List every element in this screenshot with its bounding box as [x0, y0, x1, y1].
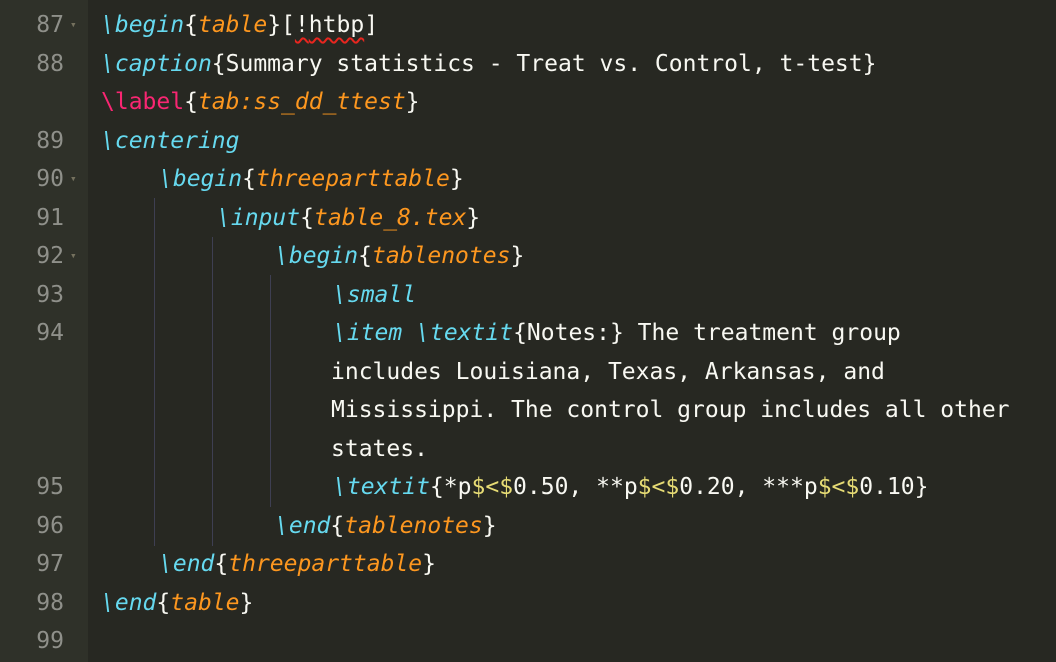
line-number: 97 [36, 551, 64, 577]
line-number: 89 [36, 127, 64, 154]
code-text: \end{tablenotes} [275, 512, 497, 539]
code-text: \caption{Summary statistics - Treat vs. … [101, 50, 877, 77]
code-line: 87 ▾ \begin{table}[!htbp] [0, 6, 1056, 45]
code-line: 94 \item \textit{Notes:} The treatment g… [0, 314, 1056, 353]
code-line: 95 \textit{*p$<$0.50, **p$<$0.20, ***p$<… [0, 468, 1056, 507]
code-text: \begin{tablenotes} [275, 243, 525, 269]
line-number: 99 [36, 628, 64, 654]
code-area[interactable]: 87 ▾ \begin{table}[!htbp] 88 \caption{Su… [0, 0, 1056, 662]
code-line-wrapped: states. [0, 430, 1056, 469]
line-number: 92 [36, 243, 64, 269]
code-text: \small [333, 281, 417, 308]
code-line: 97 \end{threeparttable} [0, 545, 1056, 584]
code-text: \centering [101, 127, 240, 154]
line-number: 87 [36, 12, 64, 38]
code-line: 90 ▾ \begin{threeparttable} [0, 160, 1056, 199]
code-text: \label{tab:ss_dd_ttest} [101, 89, 420, 115]
line-number: 95 [36, 474, 64, 500]
line-number: 94 [36, 320, 64, 346]
code-text: \begin{threeparttable} [159, 166, 464, 192]
line-number: 88 [36, 50, 64, 77]
code-line-wrapped: \label{tab:ss_dd_ttest} [0, 83, 1056, 122]
code-line: 99 [0, 622, 1056, 661]
line-number: 93 [36, 281, 64, 308]
code-line-wrapped: includes Louisiana, Texas, Arkansas, and [0, 353, 1056, 392]
line-number: 96 [36, 512, 64, 539]
code-text: \end{threeparttable} [159, 551, 436, 577]
code-text: \input{table_8.tex} [217, 204, 481, 231]
code-line: 96 \end{tablenotes} [0, 507, 1056, 546]
code-line: 88 \caption{Summary statistics - Treat v… [0, 45, 1056, 84]
code-text: \end{table} [101, 589, 254, 616]
fold-arrow-icon[interactable]: ▾ [70, 237, 77, 276]
fold-arrow-icon[interactable]: ▾ [70, 6, 77, 45]
line-number: 98 [36, 589, 64, 616]
line-number: 90 [36, 166, 64, 192]
code-line: 89 \centering [0, 122, 1056, 161]
code-line-wrapped: Mississippi. The control group includes … [0, 391, 1056, 430]
code-line: 98 \end{table} [0, 584, 1056, 623]
code-text: includes Louisiana, Texas, Arkansas, and [331, 358, 885, 385]
code-editor[interactable]: 87 ▾ \begin{table}[!htbp] 88 \caption{Su… [0, 0, 1056, 662]
code-text: \item \textit{Notes:} The treatment grou… [333, 320, 901, 346]
code-text: states. [331, 435, 428, 462]
spellcheck-squiggle: !htbp [294, 12, 365, 38]
code-text: \begin{table}[!htbp] [101, 12, 379, 38]
line-number: 91 [36, 204, 64, 231]
code-text: Mississippi. The control group includes … [331, 397, 1010, 423]
fold-arrow-icon[interactable]: ▾ [70, 160, 77, 199]
code-line: 93 \small [0, 276, 1056, 315]
code-line: 91 \input{table_8.tex} [0, 199, 1056, 238]
code-line: 92 ▾ \begin{tablenotes} [0, 237, 1056, 276]
code-text: \textit{*p$<$0.50, **p$<$0.20, ***p$<$0.… [333, 474, 929, 500]
